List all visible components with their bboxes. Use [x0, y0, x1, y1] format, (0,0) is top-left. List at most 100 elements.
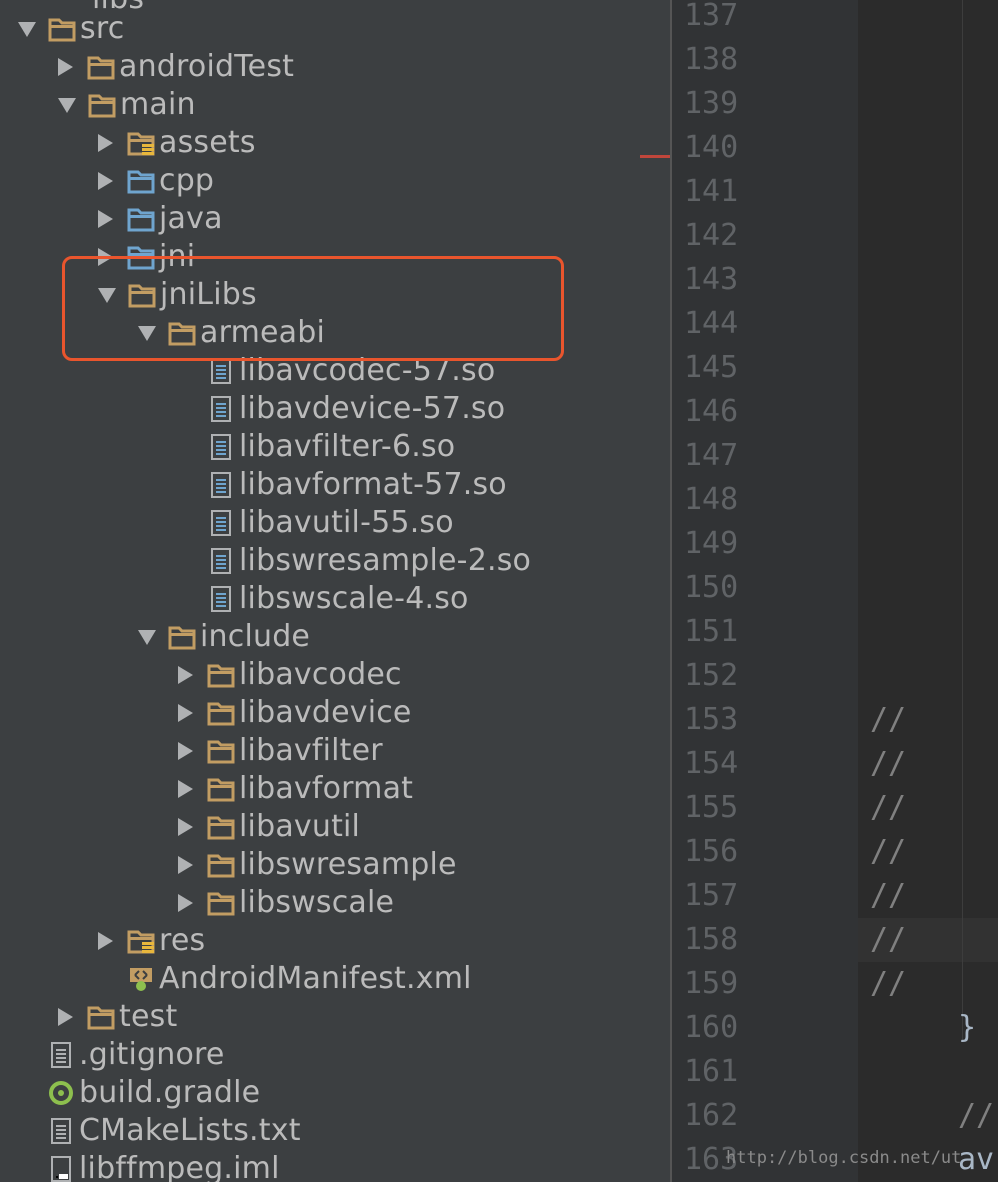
line-number[interactable]: 150: [672, 566, 764, 610]
code-comment[interactable]: //: [870, 786, 906, 830]
tree-item-label: libavfilter: [239, 733, 383, 768]
tree-row-androidtest[interactable]: androidTest: [58, 48, 294, 86]
expand-arrow-right-icon[interactable]: [178, 856, 193, 874]
expand-arrow-right-icon[interactable]: [178, 780, 193, 798]
expand-arrow-down-icon[interactable]: [18, 21, 36, 37]
line-number[interactable]: 153: [672, 698, 764, 742]
expand-arrow-right-icon[interactable]: [178, 666, 193, 684]
line-number[interactable]: 148: [672, 478, 764, 522]
line-number[interactable]: 162: [672, 1094, 764, 1138]
tree-row-main[interactable]: main: [58, 86, 196, 124]
expand-arrow-right-icon[interactable]: [98, 172, 113, 190]
tree-row-test[interactable]: test: [58, 998, 177, 1036]
line-number[interactable]: 155: [672, 786, 764, 830]
line-number[interactable]: 147: [672, 434, 764, 478]
gradle-icon: [47, 1080, 75, 1106]
code-comment[interactable]: //: [870, 830, 906, 874]
tree-row-libswresample[interactable]: libswresample: [178, 846, 457, 884]
code-comment[interactable]: //: [870, 962, 906, 1006]
line-number[interactable]: 152: [672, 654, 764, 698]
expand-arrow-right-icon[interactable]: [178, 704, 193, 722]
line-number[interactable]: 161: [672, 1050, 764, 1094]
tree-row-include[interactable]: include: [138, 618, 310, 656]
tree-row-build-gradle[interactable]: build.gradle: [18, 1074, 260, 1112]
line-number[interactable]: 151: [672, 610, 764, 654]
tree-row-cmakelists-txt[interactable]: CMakeLists.txt: [18, 1112, 301, 1150]
code-text[interactable]: av: [958, 1138, 994, 1182]
line-number[interactable]: 158: [672, 918, 764, 962]
line-number[interactable]: 141: [672, 170, 764, 214]
code-comment[interactable]: //: [870, 918, 906, 962]
line-number[interactable]: 139: [672, 82, 764, 126]
line-number[interactable]: 142: [672, 214, 764, 258]
tree-row-java[interactable]: java: [98, 200, 223, 238]
tree-row-src[interactable]: src: [18, 10, 124, 48]
line-number[interactable]: 159: [672, 962, 764, 1006]
code-comment[interactable]: //: [870, 742, 906, 786]
line-number[interactable]: 140: [672, 126, 764, 170]
tree-row-assets[interactable]: assets: [98, 124, 256, 162]
file-icon: [207, 586, 235, 612]
line-number[interactable]: 144: [672, 302, 764, 346]
line-number[interactable]: 154: [672, 742, 764, 786]
expand-arrow-down-icon[interactable]: [138, 629, 156, 645]
line-number[interactable]: 145: [672, 346, 764, 390]
tree-row-libswscale-4-so[interactable]: libswscale-4.so: [178, 580, 469, 618]
tree-row-libavdevice-57-so[interactable]: libavdevice-57.so: [178, 390, 505, 428]
tree-row-libavutil[interactable]: libavutil: [178, 808, 360, 846]
tree-item-label: libffmpeg.iml: [79, 1151, 280, 1182]
tree-item-label: main: [120, 87, 196, 122]
expand-arrow-right-icon[interactable]: [178, 818, 193, 836]
tree-row-libswscale[interactable]: libswscale: [178, 884, 394, 922]
expand-arrow-right-icon[interactable]: [178, 742, 193, 760]
line-number[interactable]: 149: [672, 522, 764, 566]
expand-arrow-right-icon[interactable]: [58, 1008, 73, 1026]
expand-arrow-right-icon[interactable]: [98, 134, 113, 152]
tree-row-androidmanifest-xml[interactable]: AndroidManifest.xml: [98, 960, 472, 998]
tree-row-libffmpeg-iml[interactable]: libffmpeg.iml: [18, 1150, 280, 1182]
annotation-highlight-box: [62, 256, 564, 361]
tree-row-cpp[interactable]: cpp: [98, 162, 214, 200]
line-number[interactable]: 157: [672, 874, 764, 918]
tree-item-label: build.gradle: [79, 1075, 261, 1110]
folder-icon: [207, 738, 235, 764]
line-number[interactable]: 156: [672, 830, 764, 874]
indent-guide: [962, 0, 963, 1040]
line-number[interactable]: 146: [672, 390, 764, 434]
expand-arrow-down-icon[interactable]: [58, 97, 76, 113]
folder-icon: [207, 852, 235, 878]
code-closing-brace[interactable]: }: [958, 1006, 976, 1050]
tree-item-label: libavutil: [239, 809, 361, 844]
line-number[interactable]: 143: [672, 258, 764, 302]
expand-arrow-right-icon[interactable]: [58, 58, 73, 76]
file-icon: [207, 510, 235, 536]
folder-icon: [207, 662, 235, 688]
line-number[interactable]: 160: [672, 1006, 764, 1050]
tree-row-res[interactable]: res: [98, 922, 205, 960]
code-comment[interactable]: //: [958, 1094, 994, 1138]
expand-arrow-right-icon[interactable]: [98, 932, 113, 950]
line-number[interactable]: 137: [672, 0, 764, 38]
expand-arrow-right-icon[interactable]: [98, 210, 113, 228]
line-number[interactable]: 138: [672, 38, 764, 82]
tree-row-libavformat[interactable]: libavformat: [178, 770, 413, 808]
tree-item-label: libswscale-4.so: [239, 581, 469, 616]
tree-row-libavutil-55-so[interactable]: libavutil-55.so: [178, 504, 454, 542]
file-icon: [207, 434, 235, 460]
tree-row-libavdevice[interactable]: libavdevice: [178, 694, 412, 732]
expand-arrow-right-icon[interactable]: [178, 894, 193, 912]
project-tree-panel: libs srcandroidTestmainassetscppjavajnij…: [0, 0, 670, 1182]
code-comment[interactable]: //: [870, 698, 906, 742]
tree-item-label: libavcodec: [239, 657, 402, 692]
tree-row-libavfilter[interactable]: libavfilter: [178, 732, 383, 770]
tree-item-label: res: [159, 923, 206, 958]
resource-folder-icon: [127, 928, 155, 954]
tree-row-libavfilter-6-so[interactable]: libavfilter-6.so: [178, 428, 455, 466]
code-comment[interactable]: //: [870, 874, 906, 918]
tree-row-libavcodec[interactable]: libavcodec: [178, 656, 402, 694]
tree-row-libswresample-2-so[interactable]: libswresample-2.so: [178, 542, 531, 580]
tree-row-libavformat-57-so[interactable]: libavformat-57.so: [178, 466, 507, 504]
tree-row-gitignore[interactable]: .gitignore: [18, 1036, 225, 1074]
tree-item-label: CMakeLists.txt: [79, 1113, 301, 1148]
text-file-icon: [47, 1042, 75, 1068]
